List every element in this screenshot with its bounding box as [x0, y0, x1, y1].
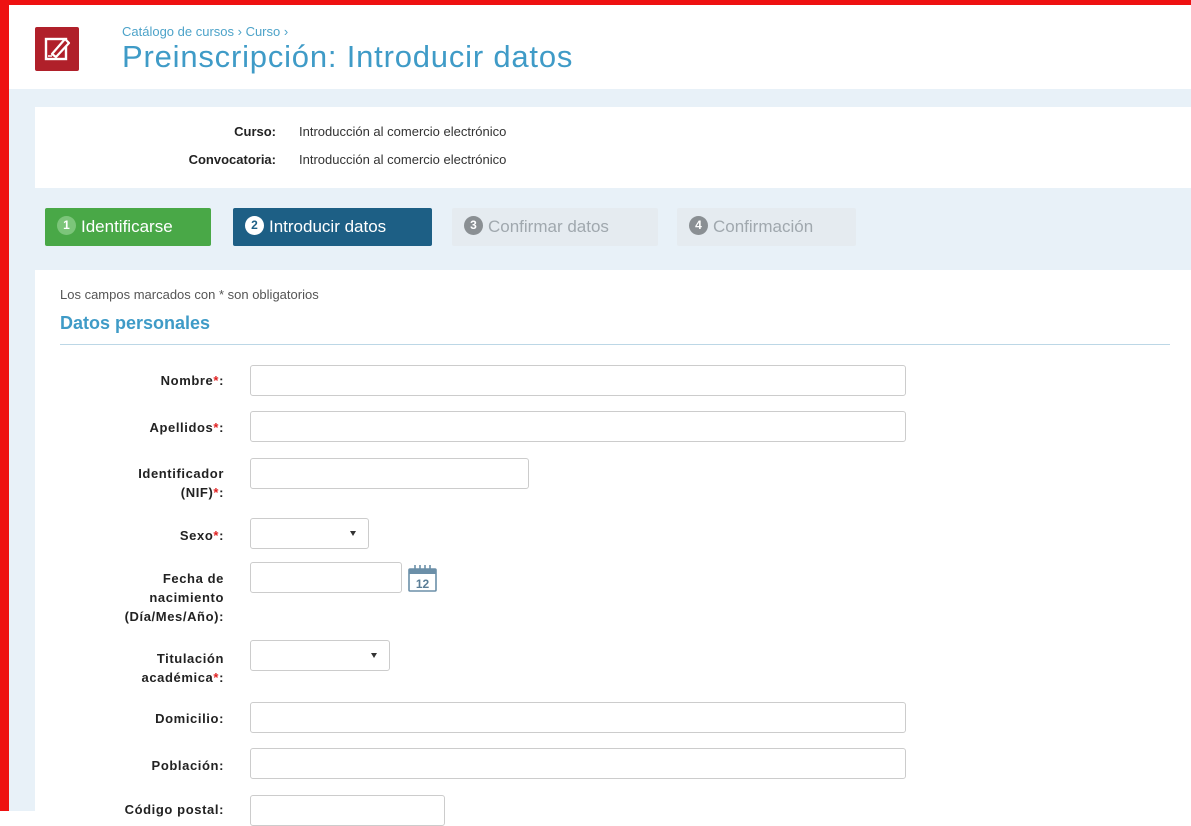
red-frame-left [0, 0, 9, 811]
step-confirmar-datos: 3 Confirmar datos [452, 208, 658, 246]
step-number: 2 [245, 216, 264, 236]
nombre-input[interactable] [250, 365, 906, 396]
step-number: 3 [464, 216, 483, 236]
section-title-datos-personales: Datos personales [60, 313, 211, 333]
domicilio-label: Domicilio: [155, 711, 224, 726]
required-fields-note: Los campos marcados con * son obligatori… [60, 287, 319, 302]
nif-label: Identificador (NIF)*: [138, 466, 224, 500]
page-header: Catálogo de cursos › Curso › Preinscripc… [9, 5, 1191, 89]
nif-input[interactable] [250, 458, 529, 489]
page-title: Preinscripción: Introducir datos [122, 39, 574, 74]
convocatoria-row: Convocatoria: Introducción al comercio e… [35, 152, 1191, 172]
convocatoria-label: Convocatoria: [188, 152, 276, 167]
nombre-label: Nombre*: [160, 373, 224, 388]
curso-label: Curso: [234, 124, 276, 139]
sexo-select[interactable] [250, 518, 369, 549]
curso-value: Introducción al comercio electrónico [299, 124, 507, 139]
chevron-down-icon [350, 531, 356, 536]
section-divider [60, 344, 1170, 345]
edit-document-icon [35, 27, 79, 71]
fecha-nacimiento-input[interactable] [250, 562, 402, 593]
domicilio-input[interactable] [250, 702, 906, 733]
poblacion-label: Población: [151, 758, 224, 773]
course-info-panel: Curso: Introducción al comercio electrón… [35, 107, 1191, 188]
chevron-down-icon [371, 653, 377, 658]
step-confirmacion: 4 Confirmación [677, 208, 856, 246]
calendar-icon[interactable]: 12 [407, 563, 438, 593]
calendar-day-text: 12 [416, 577, 430, 591]
apellidos-label: Apellidos*: [149, 420, 224, 435]
fecha-nacimiento-label: Fecha de nacimiento (Día/Mes/Año): [124, 571, 224, 624]
step-introducir-datos[interactable]: 2 Introducir datos [233, 208, 432, 246]
curso-row: Curso: Introducción al comercio electrón… [35, 124, 1191, 144]
step-label: Confirmación [713, 217, 814, 236]
step-number: 1 [57, 216, 76, 236]
breadcrumb[interactable]: Catálogo de cursos › Curso › [122, 24, 288, 39]
step-label: Introducir datos [269, 217, 387, 236]
step-label: Identificarse [81, 217, 173, 236]
sexo-label: Sexo*: [179, 528, 224, 543]
codigo-postal-label: Código postal: [124, 802, 224, 817]
titulacion-select[interactable] [250, 640, 390, 671]
step-label: Confirmar datos [488, 217, 609, 236]
titulacion-label: Titulación académica*: [141, 651, 224, 685]
apellidos-input[interactable] [250, 411, 906, 442]
poblacion-input[interactable] [250, 748, 906, 779]
step-number: 4 [689, 216, 708, 236]
convocatoria-value: Introducción al comercio electrónico [299, 152, 507, 167]
step-identificarse[interactable]: 1 Identificarse [45, 208, 211, 246]
